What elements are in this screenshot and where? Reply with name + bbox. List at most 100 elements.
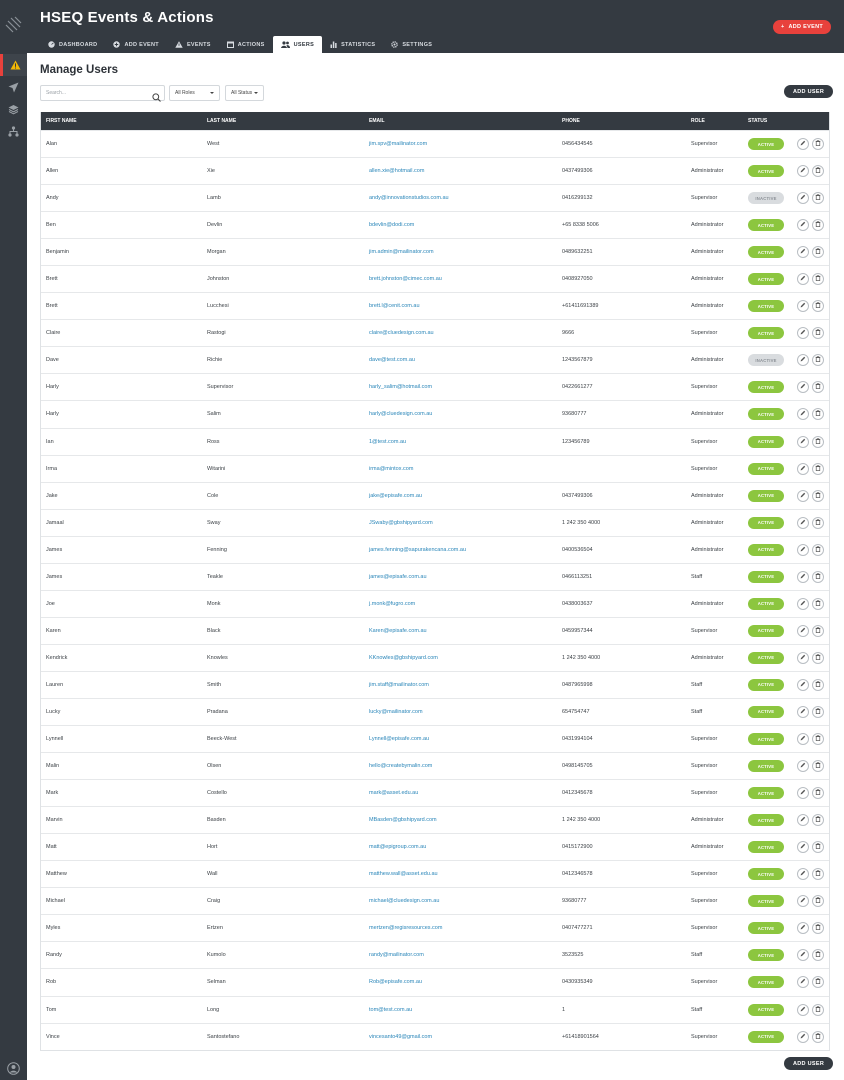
tab-events[interactable]: EVENTS (167, 36, 219, 53)
cell-email[interactable]: hello@createbymalin.com (369, 753, 432, 779)
status-filter-select[interactable]: All Status (225, 85, 264, 101)
column-header-phone[interactable]: PHONE (562, 112, 580, 130)
edit-user-button[interactable] (797, 516, 809, 529)
cell-email[interactable]: dave@test.com.au (369, 347, 415, 373)
cell-email[interactable]: Karen@episafe.com.au (369, 618, 427, 644)
delete-user-button[interactable] (812, 976, 824, 989)
delete-user-button[interactable] (812, 922, 824, 935)
edit-user-button[interactable] (797, 300, 809, 313)
edit-user-button[interactable] (797, 1003, 809, 1016)
column-header-last-name[interactable]: LAST NAME (207, 112, 236, 130)
delete-user-button[interactable] (812, 516, 824, 529)
tab-users[interactable]: USERS (272, 36, 323, 53)
cell-email[interactable]: KKnowles@gbshipyard.com (369, 645, 438, 671)
search-icon[interactable] (152, 89, 161, 107)
add-user-button-top[interactable]: ADD USER (784, 85, 834, 98)
cell-email[interactable]: claire@cluedesign.com.au (369, 320, 434, 346)
cell-email[interactable]: brett.johnston@cimec.com.au (369, 266, 442, 292)
edit-user-button[interactable] (797, 192, 809, 205)
cell-email[interactable]: JSwaby@gbshipyard.com (369, 510, 433, 536)
delete-user-button[interactable] (812, 570, 824, 583)
delete-user-button[interactable] (812, 273, 824, 286)
delete-user-button[interactable] (812, 597, 824, 610)
cell-email[interactable]: Lynnell@episafe.com.au (369, 726, 429, 752)
delete-user-button[interactable] (812, 489, 824, 502)
cell-email[interactable]: matt@epigroup.com.au (369, 834, 426, 860)
edit-user-button[interactable] (797, 246, 809, 259)
edit-user-button[interactable] (797, 624, 809, 637)
delete-user-button[interactable] (812, 733, 824, 746)
edit-user-button[interactable] (797, 327, 809, 340)
delete-user-button[interactable] (812, 381, 824, 394)
delete-user-button[interactable] (812, 435, 824, 448)
delete-user-button[interactable] (812, 760, 824, 773)
column-header-email[interactable]: EMAIL (369, 112, 385, 130)
edit-user-button[interactable] (797, 408, 809, 421)
cell-email[interactable]: jim.staff@mailinator.com (369, 672, 429, 698)
cell-email[interactable]: jim.spv@mailinator.com (369, 131, 427, 157)
edit-user-button[interactable] (797, 976, 809, 989)
edit-user-button[interactable] (797, 219, 809, 232)
edit-user-button[interactable] (797, 489, 809, 502)
edit-user-button[interactable] (797, 868, 809, 881)
search-input[interactable] (46, 90, 146, 96)
delete-user-button[interactable] (812, 841, 824, 854)
delete-user-button[interactable] (812, 949, 824, 962)
edit-user-button[interactable] (797, 841, 809, 854)
cell-email[interactable]: j.monk@fugro.com (369, 591, 415, 617)
rail-hierarchy[interactable] (0, 120, 27, 142)
edit-user-button[interactable] (797, 949, 809, 962)
delete-user-button[interactable] (812, 354, 824, 367)
delete-user-button[interactable] (812, 327, 824, 340)
edit-user-button[interactable] (797, 705, 809, 718)
cell-email[interactable]: mertzen@regisresources.com (369, 915, 442, 941)
cell-email[interactable]: lucky@mailinator.com (369, 699, 423, 725)
edit-user-button[interactable] (797, 462, 809, 475)
tab-statistics[interactable]: STATISTICS (322, 36, 383, 53)
tab-add-event[interactable]: ADD EVENT (105, 36, 166, 53)
cell-email[interactable]: allen.xie@hotmail.com (369, 158, 424, 184)
delete-user-button[interactable] (812, 462, 824, 475)
edit-user-button[interactable] (797, 678, 809, 691)
cell-email[interactable]: jim.admin@mailinator.com (369, 239, 434, 265)
cell-email[interactable]: matthew.wall@asset.edu.au (369, 861, 438, 887)
edit-user-button[interactable] (797, 354, 809, 367)
column-header-status[interactable]: STATUS (748, 112, 767, 130)
edit-user-button[interactable] (797, 787, 809, 800)
tab-actions[interactable]: ACTIONS (219, 36, 273, 53)
edit-user-button[interactable] (797, 814, 809, 827)
cell-email[interactable]: vincesanto49@gmail.com (369, 1024, 432, 1050)
edit-user-button[interactable] (797, 922, 809, 935)
roles-filter-select[interactable]: All Roles (169, 85, 220, 101)
delete-user-button[interactable] (812, 543, 824, 556)
delete-user-button[interactable] (812, 624, 824, 637)
edit-user-button[interactable] (797, 760, 809, 773)
cell-email[interactable]: james.fenning@sapurakencana.com.au (369, 537, 466, 563)
delete-user-button[interactable] (812, 1003, 824, 1016)
edit-user-button[interactable] (797, 138, 809, 150)
delete-user-button[interactable] (812, 246, 824, 259)
rail-layers[interactable] (0, 98, 27, 120)
cell-email[interactable]: harly@cluedesign.com.au (369, 401, 432, 427)
cell-email[interactable]: mark@asset.edu.au (369, 780, 418, 806)
cell-email[interactable]: jake@episafe.com.au (369, 483, 422, 509)
edit-user-button[interactable] (797, 1030, 809, 1043)
cell-email[interactable]: irma@mintox.com (369, 456, 413, 482)
cell-email[interactable]: Rob@episafe.com.au (369, 969, 422, 995)
edit-user-button[interactable] (797, 543, 809, 556)
rail-events[interactable] (0, 54, 27, 76)
delete-user-button[interactable] (812, 868, 824, 881)
add-user-button-bottom[interactable]: ADD USER (784, 1057, 834, 1070)
cell-email[interactable]: james@episafe.com.au (369, 564, 427, 590)
tab-settings[interactable]: SETTINGS (383, 36, 440, 53)
add-event-button[interactable]: + ADD EVENT (773, 20, 831, 34)
cell-email[interactable]: harly_salim@hotmail.com (369, 374, 432, 400)
cell-email[interactable]: bdevlin@dodi.com (369, 212, 414, 238)
delete-user-button[interactable] (812, 138, 824, 150)
rail-send[interactable] (0, 76, 27, 98)
delete-user-button[interactable] (812, 705, 824, 718)
delete-user-button[interactable] (812, 787, 824, 800)
delete-user-button[interactable] (812, 165, 824, 178)
edit-user-button[interactable] (797, 597, 809, 610)
delete-user-button[interactable] (812, 814, 824, 827)
